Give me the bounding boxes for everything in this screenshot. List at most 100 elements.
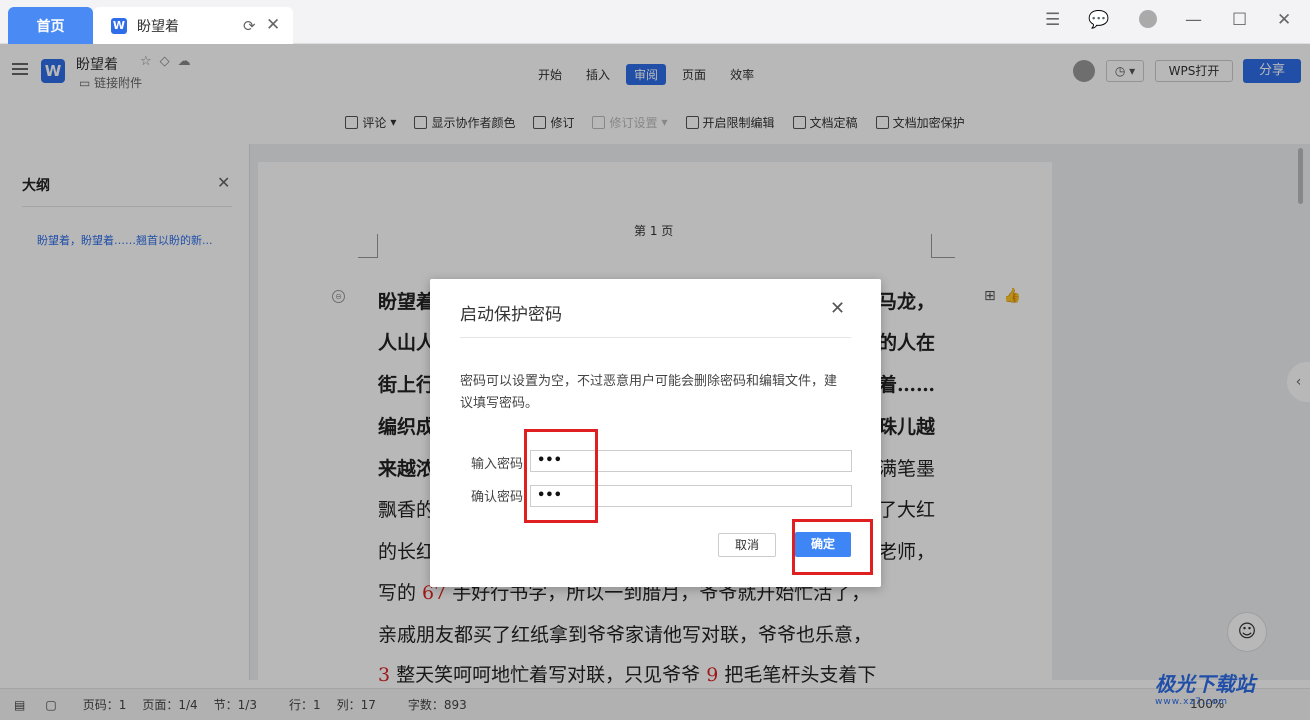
text-line: 3 整天笑呵呵地忙着写对联，只见爷爷 9 把毛笔杆头支着下	[378, 660, 876, 687]
text-line: 的人在	[878, 332, 936, 354]
revise-label: 修订	[550, 115, 575, 130]
outline-item[interactable]: 盼望着，盼望着……翘首以盼的新...	[37, 232, 213, 248]
restrict-editing-button[interactable]: 开启限制编辑	[685, 114, 775, 131]
red-number: 9	[706, 664, 719, 686]
add-comment-icon[interactable]: ⊞	[984, 288, 1004, 304]
text-line: 珠儿越	[878, 416, 936, 438]
tab-review[interactable]: 审阅	[626, 64, 667, 85]
share-button[interactable]: 分享	[1243, 59, 1301, 83]
thumbs-up-icon[interactable]: 👍	[1004, 288, 1029, 304]
settings-icon	[592, 115, 606, 129]
status-col: 列：17	[336, 698, 376, 712]
finalize-button[interactable]: 文档定稿	[792, 114, 858, 131]
assistant-icon[interactable]: ☺	[1227, 612, 1267, 652]
wps-open-button[interactable]: WPS打开	[1155, 60, 1233, 82]
text-span: 把毛笔杆头支着下	[718, 664, 877, 686]
text-line: 盼望着	[378, 291, 436, 313]
review-toolbar: 评论 ▾ 显示协作者颜色 修订 修订设置 ▾ 开启限制编辑 文档定稿 文档加密保…	[0, 100, 1310, 144]
cloud-icon[interactable]: ☁	[178, 54, 199, 69]
restrict-editing-label: 开启限制编辑	[702, 115, 775, 130]
password-label: 输入密码	[471, 457, 524, 472]
highlight-box	[524, 429, 598, 523]
tab-document[interactable]: W 盼望着 ⟳ ✕	[93, 7, 293, 44]
text-span: 整天笑呵呵地忙着写对联，只见爷爷	[390, 664, 707, 686]
text-line: 亲戚朋友都买了红纸拿到爷爷家请他写对联，爷爷也乐意，	[378, 624, 873, 646]
text-line: 满笔墨	[878, 458, 936, 480]
show-collaborator-color-label: 显示协作者颜色	[431, 115, 516, 130]
divider	[460, 337, 851, 338]
text-line: 着……	[878, 374, 936, 396]
tab-home[interactable]: 首页	[8, 7, 93, 44]
attachment-link[interactable]: ▭ 链接附件	[79, 74, 142, 91]
watermark-logo: 极光下载站 www.xz7.com	[1155, 668, 1255, 707]
wps-writer-logo-icon: W	[41, 59, 65, 83]
ribbon: W 盼望着 ☆◇☁ ▭ 链接附件 开始 插入 审阅 页面 效率 ◷ ▾ WPS打…	[0, 44, 1310, 100]
revise-button[interactable]: 修订	[533, 114, 574, 131]
maximize-icon[interactable]: ☐	[1232, 10, 1247, 30]
close-dialog-icon[interactable]: ✕	[830, 298, 845, 319]
status-page-code: 页码：1	[82, 698, 127, 712]
checkbox-icon	[792, 115, 806, 129]
tab-insert[interactable]: 插入	[578, 64, 618, 85]
encrypt-label: 文档加密保护	[892, 115, 965, 130]
comment-label: 评论	[362, 115, 387, 130]
status-page: 页面：1/4	[142, 698, 198, 712]
close-icon[interactable]: ✕	[1277, 10, 1291, 30]
history-button[interactable]: ◷ ▾	[1106, 60, 1144, 82]
text-line: 编织成	[378, 416, 436, 438]
confirm-password-label: 确认密码	[471, 490, 524, 505]
text-line: 了大红	[878, 499, 936, 521]
tab-document-label: 盼望着	[137, 18, 179, 35]
outline-title: 大纲	[22, 178, 50, 194]
list-icon[interactable]: ☰	[1045, 10, 1060, 30]
comment-icon	[345, 115, 359, 129]
hamburger-menu-icon[interactable]	[12, 63, 28, 75]
minimize-icon[interactable]: —	[1185, 10, 1202, 30]
shield-icon	[875, 115, 889, 129]
pen-icon	[414, 115, 428, 129]
text-line: 飘香的	[378, 499, 436, 521]
watermark-url: www.xz7.com	[1155, 697, 1228, 707]
line-actions: ⊞👍	[984, 288, 1029, 304]
watermark-text: 极光下载站	[1155, 672, 1255, 696]
star-icon[interactable]: ☆	[140, 54, 160, 69]
tag-icon[interactable]: ◇	[160, 54, 178, 69]
paragraph-icon[interactable]: ⊖	[332, 290, 345, 303]
document-icon[interactable]: ▢	[45, 698, 56, 712]
document-actions: ☆◇☁	[140, 54, 199, 69]
attachment-link-label: 链接附件	[94, 76, 143, 90]
comment-button[interactable]: 评论 ▾	[345, 114, 396, 131]
avatar[interactable]	[1073, 60, 1095, 82]
tab-page[interactable]: 页面	[674, 64, 714, 85]
red-number: 3	[378, 664, 391, 686]
finalize-label: 文档定稿	[809, 115, 858, 130]
dialog-title: 启动保护密码	[460, 305, 562, 325]
page-number: 第 1 页	[634, 224, 674, 238]
divider	[22, 206, 232, 207]
encrypt-button[interactable]: 文档加密保护	[875, 114, 965, 131]
revise-settings-button: 修订设置 ▾	[592, 114, 668, 131]
show-collaborator-color-button[interactable]: 显示协作者颜色	[414, 114, 515, 131]
tab-efficiency[interactable]: 效率	[722, 64, 762, 85]
document-title[interactable]: 盼望着	[76, 54, 118, 74]
chat-icon[interactable]: 💬	[1088, 10, 1109, 30]
text-span: 写的	[378, 582, 423, 604]
vertical-scrollbar[interactable]	[1298, 148, 1303, 204]
text-line: 的长红	[378, 541, 436, 563]
margin-corner	[358, 234, 378, 258]
layout-icon[interactable]: ▤	[14, 698, 25, 712]
text-line: 人山人	[378, 332, 436, 354]
title-bar: 首页 W 盼望着 ⟳ ✕ ☰ 💬 — ☐ ✕	[0, 0, 1310, 44]
user-avatar-icon[interactable]	[1139, 10, 1157, 28]
highlight-box	[792, 519, 873, 575]
outline-panel: 大纲 ✕ 盼望着，盼望着……翘首以盼的新...	[0, 144, 250, 680]
close-outline-icon[interactable]: ✕	[217, 173, 230, 192]
tab-start[interactable]: 开始	[530, 64, 570, 85]
cancel-button[interactable]: 取消	[718, 533, 776, 557]
restrict-icon	[685, 115, 699, 129]
close-tab-icon[interactable]: ✕	[266, 15, 280, 35]
reload-icon[interactable]: ⟳	[243, 17, 256, 35]
text-line: 老师，	[878, 541, 936, 563]
status-row: 行：1	[288, 698, 321, 712]
wps-writer-icon: W	[111, 17, 127, 34]
